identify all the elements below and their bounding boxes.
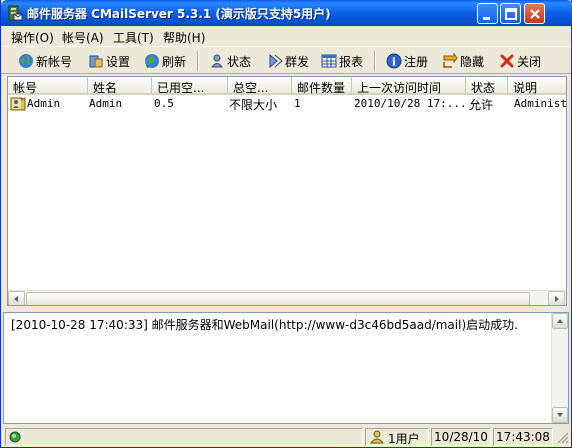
close-button[interactable]: [524, 3, 545, 24]
cell-status: 允许: [469, 98, 494, 112]
status-label: 状态: [227, 54, 252, 69]
column-header-name[interactable]: 姓名: [88, 77, 152, 94]
maximize-button[interactable]: [500, 3, 521, 24]
column-header-used-space[interactable]: 已用空...: [152, 77, 228, 94]
cell-mail-count: 1: [294, 97, 301, 110]
hide-label: 隐藏: [460, 54, 485, 69]
column-header-last-access[interactable]: 上一次访问时间: [352, 77, 466, 94]
toolbar-separator: [197, 51, 199, 71]
register-label: 注册: [404, 54, 429, 69]
window-title: 邮件服务器 CMailServer 5.3.1 (演示版只支持5用户): [27, 7, 331, 21]
arrow-down-icon: [557, 413, 563, 417]
report-label: 报表: [339, 54, 364, 69]
cell-last-access: 2010/10/28 17:...: [354, 97, 464, 110]
column-header-description[interactable]: 说明: [508, 77, 566, 94]
menu-tools[interactable]: 工具(T): [113, 29, 154, 46]
resize-grip-icon[interactable]: [556, 431, 569, 444]
log-line: [2010-10-28 17:40:33] 邮件服务器和WebMail(http…: [11, 318, 518, 332]
menu-operation[interactable]: 操作(O): [11, 29, 54, 46]
toolbar-separator: [374, 51, 376, 71]
horizontal-scrollbar[interactable]: [8, 290, 566, 305]
log-panel[interactable]: [2010-10-28 17:40:33] 邮件服务器和WebMail(http…: [3, 312, 569, 424]
main-window: 邮件服务器 CMailServer 5.3.1 (演示版只支持5用户) 操作(O…: [0, 0, 572, 448]
scroll-right-button[interactable]: [548, 291, 565, 305]
column-header-status[interactable]: 状态: [466, 77, 508, 94]
status-person-icon: [211, 54, 223, 68]
minimize-icon: [483, 17, 490, 20]
svg-text:i: i: [392, 56, 396, 69]
new-account-label: 新帐号: [36, 54, 73, 69]
cell-account: Admin: [27, 97, 61, 110]
menu-help[interactable]: 帮助(H): [163, 29, 205, 46]
menu-account[interactable]: 帐号(A): [62, 29, 104, 46]
scroll-left-button[interactable]: [8, 291, 25, 305]
toolbar: 新帐号 设置 刷新 状态 群发 报表 i 注册 隐藏 关闭: [1, 46, 571, 74]
refresh-label: 刷新: [162, 54, 187, 69]
column-header-account[interactable]: 帐号: [8, 77, 88, 94]
mass-send-button[interactable]: 群发: [267, 51, 309, 71]
title-bar[interactable]: 邮件服务器 CMailServer 5.3.1 (演示版只支持5用户): [1, 0, 572, 26]
status-panel-users: 1用户: [365, 428, 429, 446]
refresh-button[interactable]: 刷新: [144, 51, 186, 71]
status-panel-time: 17:43:08: [493, 428, 553, 446]
user-count: 1用户: [388, 432, 420, 446]
scroll-down-button[interactable]: [552, 407, 568, 423]
vertical-scrollbar[interactable]: [551, 313, 568, 423]
mail-server-app-icon: [8, 5, 23, 21]
hide-button[interactable]: 隐藏: [442, 51, 484, 71]
info-icon: i: [386, 53, 402, 69]
close-x-icon: [500, 54, 514, 68]
arrow-up-icon: [557, 319, 563, 323]
account-list[interactable]: 帐号 姓名 已用空... 总空... 邮件数量 上一次访问时间 状态 说明 Ad…: [7, 76, 567, 306]
mass-send-label: 群发: [285, 54, 310, 69]
user-card-icon: [10, 97, 26, 111]
cell-used-space: 0.5: [154, 97, 174, 110]
register-button[interactable]: i 注册: [386, 51, 428, 71]
server-running-icon: [9, 431, 21, 443]
scroll-up-button[interactable]: [552, 313, 568, 329]
report-table-icon: [321, 54, 337, 68]
user-icon: [369, 430, 385, 444]
table-row[interactable]: Admin Admin 0.5 不限大小 1 2010/10/28 17:...…: [8, 96, 567, 112]
column-header-total-space[interactable]: 总空...: [228, 77, 292, 94]
close-icon: [530, 9, 540, 19]
arrow-right-icon: [555, 296, 559, 302]
maximize-icon: [505, 8, 517, 20]
close-app-button[interactable]: 关闭: [499, 51, 541, 71]
settings-button[interactable]: 设置: [88, 51, 130, 71]
settings-label: 设置: [106, 54, 131, 69]
status-button[interactable]: 状态: [209, 51, 251, 71]
mass-send-icon: [269, 53, 283, 69]
menu-bar: 操作(O) 帐号(A) 工具(T) 帮助(H): [1, 26, 571, 46]
new-account-button[interactable]: 新帐号: [18, 51, 72, 71]
refresh-globe-icon: [145, 54, 159, 68]
globe-icon: [19, 54, 33, 68]
settings-box-icon: [89, 55, 103, 68]
list-header: 帐号 姓名 已用空... 总空... 邮件数量 上一次访问时间 状态 说明: [8, 77, 566, 95]
status-bar: 1用户 10/28/10 17:43:08: [1, 426, 571, 447]
cell-total-space: 不限大小: [229, 98, 278, 112]
minimize-button[interactable]: [477, 3, 498, 24]
scroll-thumb[interactable]: [26, 292, 530, 305]
column-header-mail-count[interactable]: 邮件数量: [292, 77, 352, 94]
cell-description: Administr: [514, 97, 567, 110]
status-panel-date: 10/28/10: [431, 428, 491, 446]
cell-name: Admin: [89, 97, 123, 110]
arrow-left-icon: [14, 296, 18, 302]
close-label: 关闭: [517, 54, 542, 69]
report-button[interactable]: 报表: [321, 51, 363, 71]
hide-arrow-icon: [443, 53, 458, 68]
status-panel-main: [5, 428, 363, 446]
